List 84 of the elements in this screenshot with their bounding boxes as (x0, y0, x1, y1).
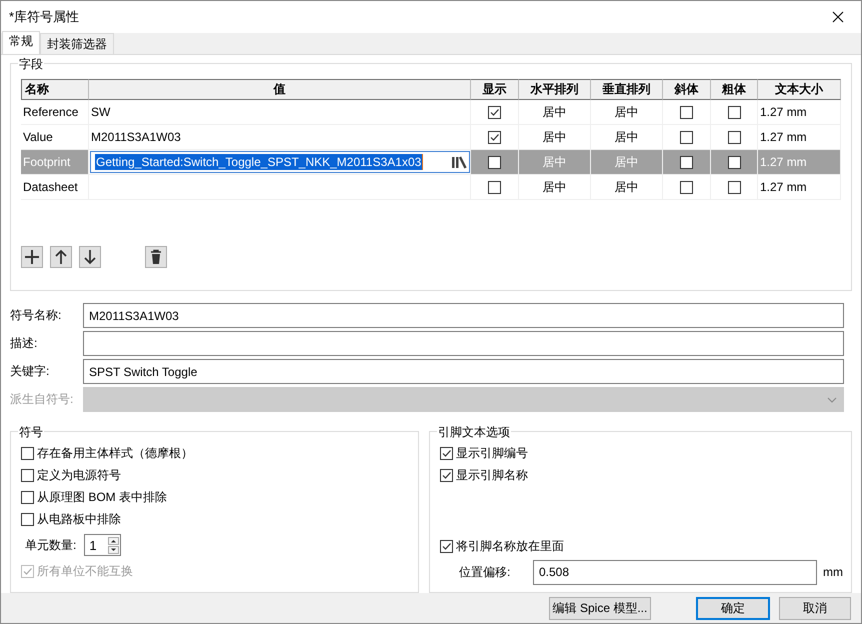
field-label: 描述: (9, 335, 38, 352)
checkbox[interactable] (21, 490, 34, 504)
checkbox[interactable] (488, 180, 501, 194)
tab[interactable]: 常规 (2, 31, 40, 54)
column-header: 粗体 (711, 79, 758, 100)
tab[interactable]: 封装筛选器 (40, 33, 114, 54)
checkbox[interactable] (21, 446, 34, 460)
checkbox-label: 从原理图 BOM 表中排除 (37, 488, 168, 506)
window-title: *库符号属性 (9, 8, 80, 26)
table-cell: 居中 (519, 175, 591, 200)
up-arrow-button[interactable] (50, 246, 72, 268)
column-header: 值 (89, 79, 471, 100)
column-header: 水平排列 (519, 79, 591, 100)
column-header: 名称 (21, 79, 89, 100)
table-cell: 1.27 mm (758, 100, 841, 125)
column-header: 垂直排列 (591, 79, 663, 100)
checkbox[interactable] (728, 130, 740, 144)
column-header: 斜体 (663, 79, 711, 100)
up-arrow-icon (53, 249, 69, 265)
table-cell: 居中 (519, 150, 591, 175)
checkbox[interactable] (488, 130, 501, 144)
field-label: 单元数量: (25, 536, 76, 554)
library-icon (451, 156, 467, 168)
table-cell: SW (89, 100, 471, 125)
button[interactable]: 确定 (696, 596, 770, 620)
checkbox-label: 所有单位不能互换 (37, 562, 133, 580)
spin-value: 1 (89, 538, 97, 552)
field-label: 位置偏移: (459, 564, 512, 580)
checkbox[interactable] (440, 540, 453, 552)
checkbox[interactable] (728, 180, 740, 194)
add-button[interactable] (21, 246, 43, 268)
spin-box[interactable]: 1 (84, 534, 122, 556)
group-title: 引脚文本选项 (437, 424, 511, 441)
trash-button[interactable] (145, 246, 167, 268)
unit-label: mm (823, 565, 843, 579)
checkbox[interactable] (680, 180, 693, 194)
checkbox[interactable] (488, 156, 501, 168)
table-cell: 居中 (519, 100, 591, 125)
input-field[interactable]: M2011S3A1W03 (83, 303, 844, 328)
table-cell: 居中 (591, 175, 663, 200)
add-icon (24, 249, 40, 265)
group-title: 符号 (18, 424, 44, 441)
checkbox[interactable] (440, 468, 453, 482)
checkbox[interactable] (680, 156, 693, 168)
field-label: 符号名称: (9, 307, 62, 324)
table-cell: 1.27 mm (758, 175, 841, 200)
column-header: 显示 (471, 79, 519, 100)
table-cell: 居中 (591, 100, 663, 125)
up-arrow-icon (108, 536, 120, 544)
checkbox-label: 显示引脚编号 (456, 444, 528, 462)
button[interactable]: 取消 (779, 596, 851, 620)
trash-icon (148, 249, 164, 265)
table-cell: 居中 (591, 150, 663, 175)
checkbox[interactable] (21, 512, 34, 526)
table-cell: 1.27 mm (758, 150, 841, 175)
checkbox[interactable] (680, 106, 693, 118)
checkbox[interactable] (728, 106, 740, 118)
checkbox[interactable] (21, 468, 34, 482)
down-arrow-icon (108, 546, 120, 554)
close-icon (832, 11, 844, 23)
table-cell[interactable]: Datasheet (21, 175, 89, 200)
checkbox-label: 定义为电源符号 (37, 466, 121, 484)
field-label: 派生自符号: (9, 391, 74, 408)
input-field[interactable]: SPST Switch Toggle (83, 359, 844, 384)
down-arrow-icon (82, 249, 98, 265)
field-label: 关键字: (9, 363, 50, 380)
checkbox[interactable] (488, 106, 501, 118)
down-arrow-button[interactable] (79, 246, 101, 268)
checkbox[interactable] (728, 156, 740, 168)
checkbox-label: 将引脚名称放在里面 (456, 538, 564, 554)
button[interactable]: 编辑 Spice 模型... (549, 596, 651, 620)
checkbox[interactable] (440, 446, 453, 460)
input-field[interactable] (83, 331, 844, 356)
cell-editor[interactable]: Getting_Started:Switch_Toggle_SPST_NKK_M2011S3A1x03 (90, 151, 470, 173)
table-cell[interactable]: Reference (21, 100, 89, 125)
table-cell: M2011S3A1W03 (89, 125, 471, 150)
checkbox[interactable] (680, 130, 693, 144)
checkbox-label: 从电路板中排除 (37, 510, 121, 528)
chevron-down-icon (827, 396, 837, 402)
checkbox-label: 显示引脚名称 (456, 466, 528, 484)
input-field[interactable]: 0.508 (533, 560, 817, 584)
selected-text: Getting_Started:Switch_Toggle_SPST_NKK_M2011S3A1x03 (95, 154, 424, 170)
checkbox-label: 存在备用主体样式（德摩根） (37, 444, 193, 462)
column-header: 文本大小 (758, 79, 841, 100)
